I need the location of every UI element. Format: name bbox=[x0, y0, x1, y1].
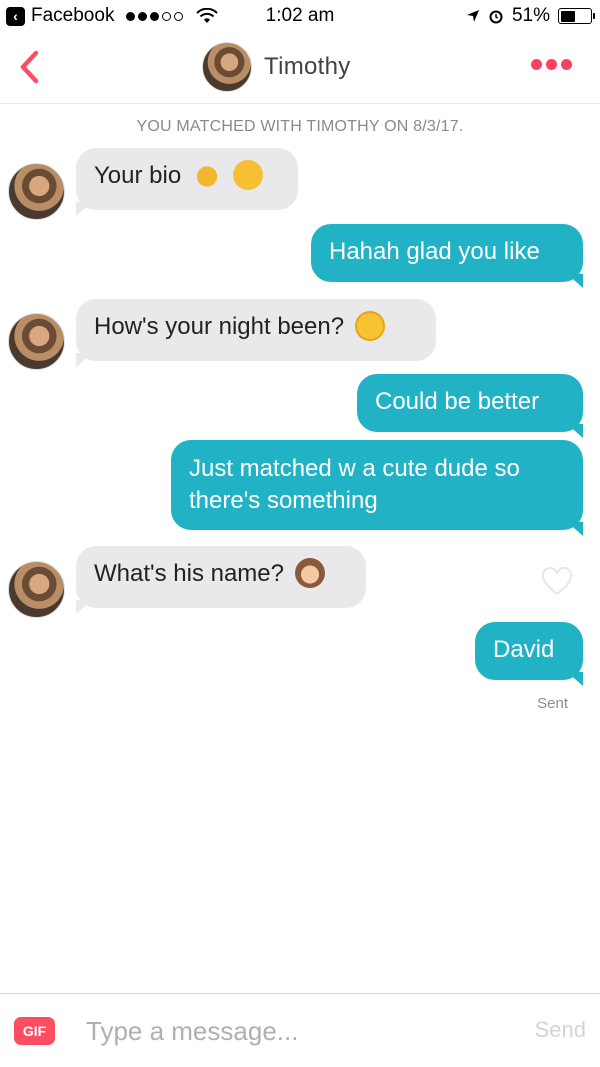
sender-avatar[interactable] bbox=[8, 163, 65, 220]
alarm-icon bbox=[489, 10, 503, 24]
battery-icon bbox=[558, 8, 595, 24]
gif-button[interactable]: GIF bbox=[14, 1017, 55, 1045]
incoming-message[interactable]: What's his name? bbox=[76, 546, 366, 608]
send-button[interactable]: Send bbox=[535, 1017, 586, 1043]
message-text-line: Just matched w a cute dude so bbox=[189, 455, 520, 482]
sender-avatar[interactable] bbox=[8, 561, 65, 618]
outgoing-message[interactable]: David bbox=[475, 622, 583, 680]
message-text: David bbox=[493, 636, 555, 663]
outgoing-message[interactable]: Just matched w a cute dude so there's so… bbox=[171, 440, 583, 530]
status-right: 51% bbox=[466, 5, 595, 27]
match-profile-link[interactable]: Timothy bbox=[202, 42, 351, 92]
match-date-note: YOU MATCHED WITH TIMOTHY ON 8/3/17. bbox=[136, 118, 464, 135]
message-text: Could be better bbox=[375, 388, 540, 415]
back-chevron-icon[interactable] bbox=[14, 47, 44, 87]
chat-header: Timothy bbox=[0, 34, 600, 104]
message-text: How's your night been? bbox=[94, 313, 345, 340]
message-text: Hahah glad you like bbox=[329, 238, 540, 265]
outgoing-message[interactable]: Hahah glad you like bbox=[311, 224, 583, 282]
message-text-line: there's something bbox=[189, 487, 378, 514]
sender-avatar[interactable] bbox=[8, 313, 65, 370]
message-text: What's his name? bbox=[94, 560, 284, 587]
more-options-icon[interactable] bbox=[531, 59, 572, 70]
ok-hand-emoji-icon bbox=[191, 159, 222, 190]
smiling-face-emoji-icon bbox=[354, 310, 385, 341]
message-composer: GIF Send bbox=[0, 993, 600, 1067]
match-avatar[interactable] bbox=[202, 42, 252, 92]
delivery-status: Sent bbox=[537, 695, 568, 712]
message-text: Your bio bbox=[94, 162, 182, 189]
battery-percentage: 51% bbox=[511, 5, 550, 26]
incoming-message[interactable]: How's your night been? bbox=[76, 299, 436, 361]
like-heart-icon[interactable] bbox=[541, 567, 573, 597]
message-input[interactable] bbox=[86, 1010, 506, 1052]
incoming-message[interactable]: Your bio bbox=[76, 148, 298, 210]
see-no-evil-monkey-emoji-icon bbox=[294, 557, 325, 588]
outgoing-message[interactable]: Could be better bbox=[357, 374, 583, 432]
location-arrow-icon bbox=[466, 10, 479, 22]
tears-of-joy-emoji-icon bbox=[232, 159, 263, 190]
battery-fill bbox=[560, 10, 575, 22]
status-bar: ‹ Facebook 1:02 am 51% bbox=[0, 0, 600, 34]
match-name[interactable]: Timothy bbox=[264, 53, 351, 81]
